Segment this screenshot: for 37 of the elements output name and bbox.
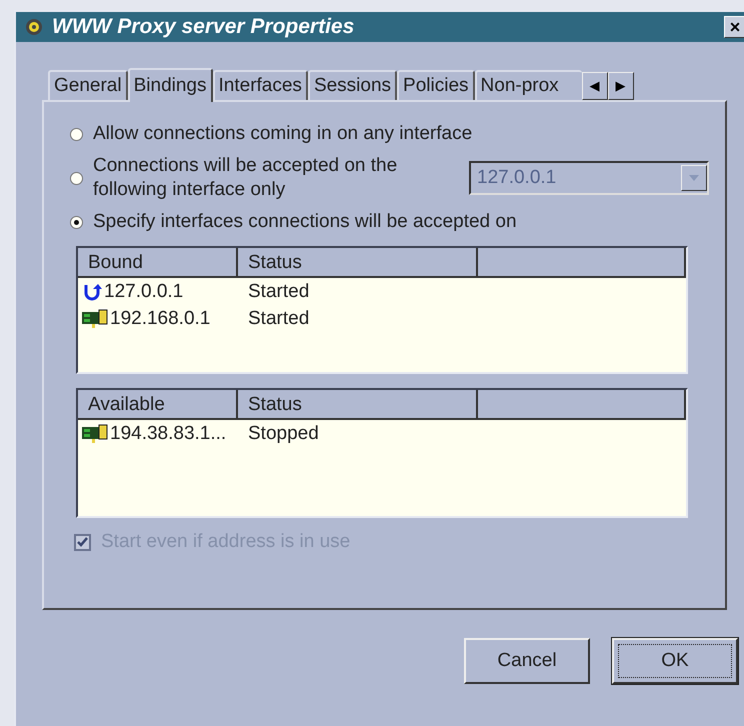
tab[interactable]: General bbox=[48, 70, 128, 100]
status-text: Started bbox=[248, 280, 310, 302]
address-text[interactable]: 192.168.0.1 bbox=[110, 308, 210, 330]
status-text: Started bbox=[248, 308, 310, 330]
radio-button[interactable] bbox=[70, 128, 83, 140]
tab-scroll-button[interactable]: ▶ bbox=[608, 72, 634, 100]
column-header[interactable] bbox=[478, 390, 686, 420]
tab-scroll-button[interactable]: ◀ bbox=[582, 72, 608, 100]
option-label[interactable]: Allow connections coming in on any interface bbox=[93, 122, 472, 146]
loop-arrow-icon bbox=[82, 282, 102, 302]
column-header[interactable]: Available bbox=[78, 390, 238, 420]
tab[interactable]: Non-prox bbox=[474, 70, 582, 100]
tab[interactable]: Sessions bbox=[308, 70, 398, 100]
column-header[interactable]: Bound bbox=[78, 248, 238, 278]
column-header[interactable] bbox=[478, 248, 686, 278]
column-header[interactable]: Status bbox=[238, 390, 478, 420]
radio-button[interactable] bbox=[70, 172, 83, 184]
address-text[interactable]: 127.0.0.1 bbox=[104, 280, 184, 302]
dialog-button[interactable]: OK bbox=[612, 638, 738, 684]
tab[interactable]: Policies bbox=[397, 70, 475, 100]
close-button[interactable]: × bbox=[724, 16, 744, 38]
gear-icon bbox=[24, 17, 44, 37]
option-label[interactable]: Connections will be accepted on the following interface only bbox=[93, 154, 453, 202]
network-card-icon bbox=[82, 308, 108, 328]
tab[interactable]: Interfaces bbox=[212, 70, 308, 100]
status-text: Stopped bbox=[248, 422, 319, 444]
dropdown-value: 127.0.0.1 bbox=[477, 167, 558, 189]
tab[interactable]: Bindings bbox=[128, 68, 212, 102]
network-card-icon bbox=[82, 424, 108, 444]
caret-icon bbox=[689, 175, 699, 181]
address-text[interactable]: 194.38.83.1... bbox=[110, 422, 226, 444]
option-label[interactable]: Specify interfaces connections will be accepted on bbox=[93, 210, 517, 234]
column-header[interactable]: Status bbox=[238, 248, 478, 278]
checkmark-icon bbox=[77, 537, 88, 547]
radio-button[interactable] bbox=[70, 216, 83, 228]
window-title: WWW Proxy server Properties bbox=[52, 15, 356, 39]
dialog-button[interactable]: Cancel bbox=[464, 638, 590, 684]
